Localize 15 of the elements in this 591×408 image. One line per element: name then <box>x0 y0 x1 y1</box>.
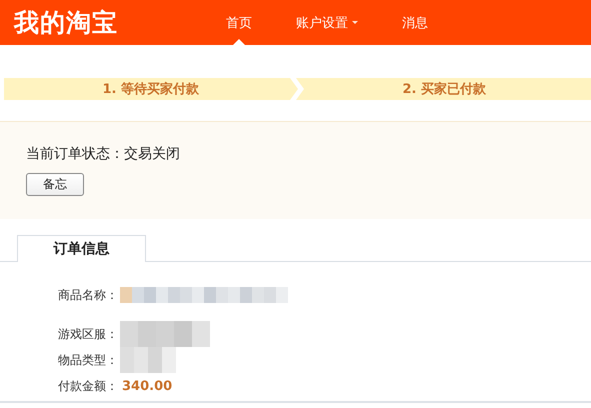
field-label: 物品类型： <box>57 352 118 368</box>
field-label: 游戏区服： <box>57 326 118 342</box>
nav-item[interactable]: 账户设置 <box>274 0 380 45</box>
chevron-icon <box>290 78 306 100</box>
memo-button[interactable]: 备忘 <box>26 173 84 196</box>
field-label: 付款金额： <box>57 378 118 394</box>
amount-value: 340.00 <box>122 378 172 394</box>
order-status-text: 当前订单状态：交易关闭 <box>26 145 181 163</box>
nav-item[interactable]: 消息 <box>380 0 450 45</box>
step-label: 1. 等待买家付款 <box>102 80 199 98</box>
nav-item[interactable]: 首页 <box>204 0 274 45</box>
tab[interactable]: 订单信息 <box>17 235 146 262</box>
step-label: 2. 买家已付款 <box>402 80 486 98</box>
logo[interactable]: 我的淘宝 <box>14 6 204 39</box>
field-label: 商品名称： <box>57 286 118 304</box>
